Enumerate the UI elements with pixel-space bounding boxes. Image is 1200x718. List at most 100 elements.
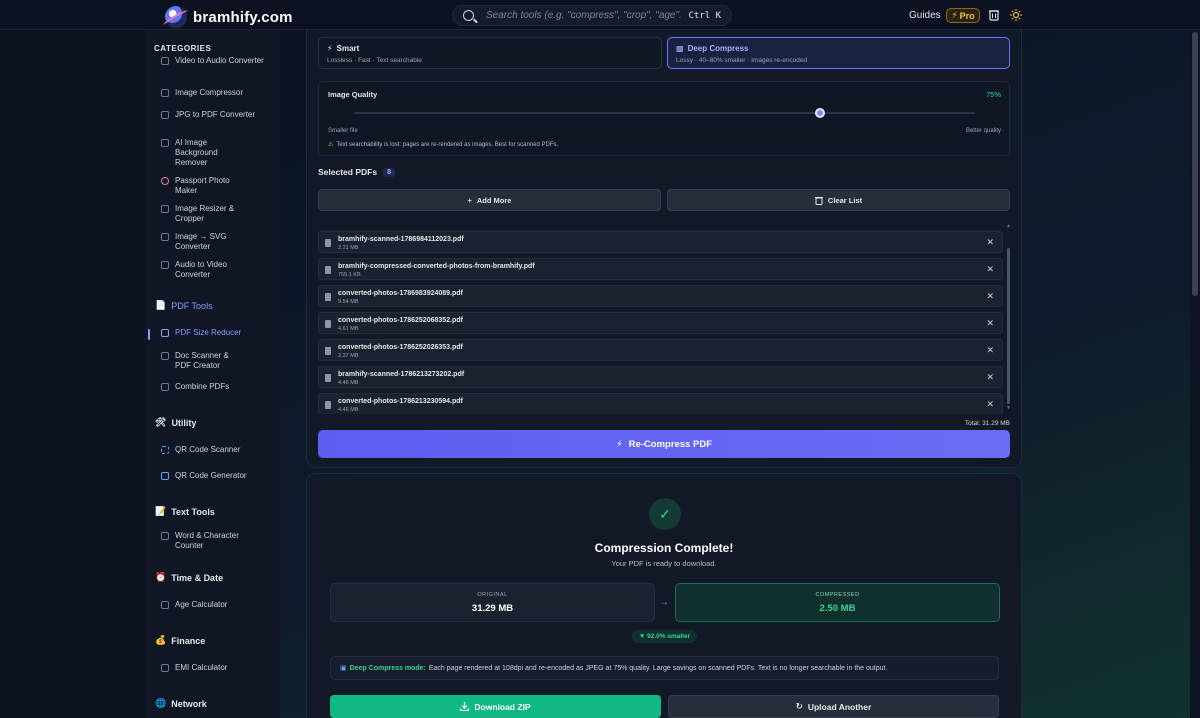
result-title: Compression Complete! [594, 541, 734, 555]
lightning-icon: ⚡︎ [615, 438, 623, 450]
download-zip-button[interactable]: Download ZIP [330, 695, 661, 718]
file-icon [325, 320, 331, 328]
sidebar-item-audio-to-video[interactable]: Audio to Video Converter [161, 260, 276, 280]
sidebar-group-pdf-tools[interactable]: 📄 PDF Tools [155, 300, 213, 311]
sidebar-group-utility[interactable]: 🛠 Utility [155, 417, 196, 428]
layers-icon: ▩ [676, 44, 684, 53]
add-more-button[interactable]: + Add More [318, 189, 661, 211]
sidebar-group-time-date[interactable]: ⏰ Time & Date [155, 572, 223, 583]
combine-icon [161, 383, 169, 391]
globe-icon: 🌐 [155, 698, 167, 708]
mode-info-box: ▣ Deep Compress mode: Each page rendered… [330, 656, 999, 680]
bin-icon [989, 10, 999, 21]
remove-file-button[interactable]: ✕ [986, 264, 994, 275]
file-icon [325, 374, 331, 382]
sun-icon [1010, 9, 1022, 21]
document-icon: 📄 [155, 300, 167, 310]
sidebar-item-qr-scanner[interactable]: QR Code Scanner [161, 445, 276, 455]
theme-toggle-button[interactable] [1009, 8, 1023, 22]
sidebar-item-combine-pdfs[interactable]: Combine PDFs [161, 382, 276, 392]
list-scroll-down-icon[interactable]: ▼ [1006, 405, 1011, 411]
sidebar-item-jpg-to-pdf[interactable]: JPG to PDF Converter [161, 110, 276, 120]
guides-link[interactable]: Guides [909, 10, 941, 21]
quality-value: 75% [985, 90, 1001, 99]
file-list-scrollbar[interactable] [1007, 248, 1010, 404]
pen-icon [161, 233, 169, 241]
pro-label: Pro [959, 10, 975, 21]
pdf-icon [161, 329, 169, 337]
file-row: bramhify-scanned-1786213273202.pdf 4.46 M… [318, 366, 1003, 388]
clock-icon: ⏰ [155, 572, 167, 582]
total-size: Total: 31.29 MB [964, 420, 1010, 427]
sidebar-item-word-counter[interactable]: Word & Character Counter [161, 531, 276, 551]
file-icon [325, 347, 331, 355]
top-bar: bramhify.com Ctrl K Guides ⚡ Pro [0, 0, 1200, 30]
selected-pdfs-heading: Selected PDFs 8 [318, 167, 395, 177]
quality-max-label: Better quality [965, 128, 1001, 134]
sidebar-item-video-to-audio[interactable]: Video to Audio Converter [161, 56, 276, 66]
download-icon [460, 702, 470, 711]
pro-button[interactable]: ⚡ Pro [946, 8, 980, 23]
scanner-icon [161, 352, 169, 360]
image-icon [161, 89, 169, 97]
sidebar-group-network[interactable]: 🌐 Network [155, 698, 207, 709]
wand-icon [161, 139, 169, 147]
page-scrollbar-thumb[interactable] [1192, 32, 1198, 296]
quality-min-label: Smaller file [328, 128, 358, 134]
logo-text: bramhify.com [193, 8, 293, 26]
remove-file-button[interactable]: ✕ [986, 372, 994, 383]
sidebar-item-image-to-svg[interactable]: Image → SVG Converter [161, 232, 276, 252]
plus-icon: + [467, 195, 472, 205]
original-size-card: ORIGINAL 31.29 MB [330, 583, 655, 622]
video-icon [161, 261, 169, 269]
sidebar-group-text-tools[interactable]: 📝 Text Tools [155, 506, 215, 517]
remove-file-button[interactable]: ✕ [986, 399, 994, 410]
quality-slider-track[interactable] [354, 108, 975, 118]
remove-file-button[interactable]: ✕ [986, 318, 994, 329]
history-button[interactable] [987, 8, 1001, 22]
search-bar[interactable]: Ctrl K [452, 5, 732, 26]
sidebar-item-image-compressor[interactable]: Image Compressor [161, 88, 276, 98]
sidebar-item-doc-scanner[interactable]: Doc Scanner & PDF Creator [161, 351, 276, 371]
sidebar-item-background-remover[interactable]: AI Image Background Remover [161, 138, 276, 168]
upload-another-button[interactable]: ↻ Upload Another [668, 695, 999, 718]
site-logo[interactable]: bramhify.com [165, 6, 293, 28]
image-mode-icon: ▣ [340, 665, 347, 672]
remove-file-button[interactable]: ✕ [986, 345, 994, 356]
lightning-icon: ⚡ [951, 10, 958, 20]
remove-file-button[interactable]: ✕ [986, 237, 994, 248]
recompress-button[interactable]: ⚡︎ Re-Compress PDF [318, 430, 1010, 458]
file-list: bramhify-scanned-1786984112023.pdf 2.21 M… [318, 228, 1003, 414]
image-icon [161, 111, 169, 119]
compressed-size-card: COMPRESSED 2.50 MB [675, 583, 1000, 622]
sidebar-group-finance[interactable]: 💰 Finance [155, 635, 205, 646]
file-row: bramhify-compressed-converted-photos-fro… [318, 258, 1003, 280]
categories-heading: CATEGORIES [154, 44, 212, 53]
list-scroll-up-icon[interactable]: ▲ [1006, 223, 1011, 229]
trash-icon [814, 196, 823, 205]
sidebar-item-age-calculator[interactable]: Age Calculator [161, 600, 276, 610]
clear-list-button[interactable]: Clear List [667, 189, 1010, 211]
video-icon [161, 57, 169, 65]
file-icon [325, 266, 331, 274]
calculator-icon [161, 664, 169, 672]
file-icon [325, 401, 331, 409]
mode-smart-card[interactable]: ⚡︎ Smart Lossless · Fast · Text searchabl… [318, 37, 662, 69]
quality-warning: ⚠ Text searchability is lost: pages are r… [328, 142, 559, 148]
sidebar-item-image-resizer[interactable]: Image Resizer & Cropper [161, 204, 276, 224]
sidebar-item-passport-photo[interactable]: Passport Photo Maker [161, 176, 276, 196]
quality-slider-thumb[interactable] [814, 108, 825, 118]
money-bag-icon: 💰 [155, 635, 167, 645]
reduction-badge: ▼ 92.0% smaller [632, 630, 697, 643]
search-input[interactable] [486, 10, 683, 21]
sidebar-item-emi-calculator[interactable]: EMI Calculator [161, 663, 276, 673]
file-row: converted-photos-1786213230594.pdf 4.46 M… [318, 393, 1003, 414]
mode-deep-compress-card[interactable]: ▩ Deep Compress Lossy · 40–80% smaller · … [667, 37, 1010, 69]
sidebar-item-qr-generator[interactable]: QR Code Generator [161, 471, 276, 481]
sidebar-item-pdf-size-reducer[interactable]: PDF Size Reducer [161, 328, 276, 338]
tools-icon: 🛠 [155, 417, 167, 427]
remove-file-button[interactable]: ✕ [986, 291, 994, 302]
image-quality-panel: Image Quality 75% Smaller file Better qu… [318, 81, 1010, 156]
result-subtitle: Your PDF is ready to download. [611, 559, 717, 568]
resize-icon [161, 205, 169, 213]
